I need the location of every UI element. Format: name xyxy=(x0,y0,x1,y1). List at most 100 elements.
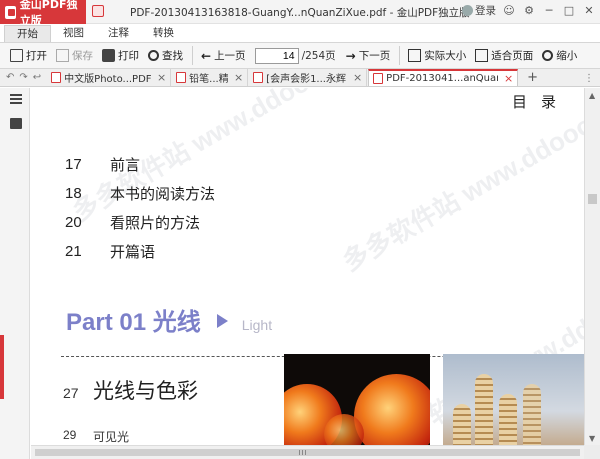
pdf-file-icon xyxy=(92,5,104,17)
doc-tab[interactable]: [会声会影1...永辉.扫描版 × xyxy=(249,69,368,86)
toc-row[interactable]: 20 看照片的方法 xyxy=(65,208,215,237)
scroll-thumb[interactable] xyxy=(35,449,580,456)
toc-list: 17 前言 18 本书的阅读方法 20 看照片的方法 21 开篇语 xyxy=(65,150,215,266)
search-icon xyxy=(148,50,159,61)
toc-page-number: 20 xyxy=(65,214,82,231)
toc-title: 看照片的方法 xyxy=(110,214,201,232)
find-label: 查找 xyxy=(162,50,183,62)
left-side-panel xyxy=(0,88,30,459)
actual-size-icon xyxy=(408,49,422,62)
toc-title: 前言 xyxy=(110,156,141,174)
redo-icon[interactable]: ↷ xyxy=(19,72,27,83)
doc-tab-label: PDF-2013041...anQuanZiXue xyxy=(386,73,498,84)
pdf-file-icon xyxy=(176,72,187,83)
print-button[interactable]: 打印 xyxy=(102,48,139,63)
save-button[interactable]: 保存 xyxy=(56,48,93,63)
close-button[interactable]: ✕ xyxy=(582,4,596,18)
title-bar: 金山PDF独立版 PDF-20130413163818-GuangY...nQu… xyxy=(0,0,600,27)
part-title: Part 01 光线 xyxy=(66,309,201,336)
toc-page-number: 17 xyxy=(65,156,82,173)
pdf-file-icon xyxy=(51,72,62,83)
user-icon xyxy=(462,5,473,16)
close-tab-icon[interactable]: × xyxy=(234,71,243,84)
app-brand[interactable]: 金山PDF独立版 xyxy=(0,0,86,27)
scroll-thumb[interactable] xyxy=(588,194,597,204)
part-subtitle: Light xyxy=(241,317,273,333)
doc-tab-label: 中文版Photo...PDF电子书] xyxy=(64,74,151,85)
page-total: /254页 xyxy=(301,50,336,62)
undo-icon[interactable]: ↶ xyxy=(6,72,14,83)
close-tab-icon[interactable]: × xyxy=(353,71,362,84)
pdf-file-icon xyxy=(253,72,264,83)
tab-view[interactable]: 视图 xyxy=(51,25,96,42)
toc-page-number: 21 xyxy=(65,243,82,260)
doc-tab[interactable]: 铅笔...精通 × xyxy=(172,69,249,86)
scroll-up-icon[interactable]: ▲ xyxy=(589,91,595,100)
lanterns-photo xyxy=(284,354,430,445)
feedback-icon[interactable]: ☺ xyxy=(502,4,516,18)
quick-access-toolbar xyxy=(92,5,104,17)
scrollbar-corner xyxy=(584,445,600,459)
window-controls: 登录 ☺ ⚙ ─ □ ✕ xyxy=(462,3,596,18)
fit-page-icon xyxy=(475,49,489,62)
actual-size-button[interactable]: 实际大小 xyxy=(408,48,466,63)
maximize-button[interactable]: □ xyxy=(562,4,576,18)
settings-gear-icon[interactable]: ⚙ xyxy=(522,4,536,18)
doc-tab-label: 铅笔...精通 xyxy=(189,74,228,85)
open-button[interactable]: 打开 xyxy=(10,48,47,63)
tab-list-chevron-icon[interactable]: ⋮ xyxy=(584,73,600,86)
zoom-out-button[interactable]: 缩小 xyxy=(542,48,577,63)
fit-page-label: 适合页面 xyxy=(491,50,534,62)
close-tab-icon[interactable]: × xyxy=(157,71,166,84)
scroll-grip-icon xyxy=(299,450,307,455)
save-label: 保存 xyxy=(72,50,93,62)
pdf-file-icon xyxy=(373,73,384,84)
zoom-out-icon xyxy=(542,50,554,61)
print-label: 打印 xyxy=(118,50,139,62)
tab-annotate[interactable]: 注释 xyxy=(96,25,141,42)
minimize-button[interactable]: ─ xyxy=(542,4,556,18)
page-number-input[interactable] xyxy=(254,47,299,64)
prev-page-button[interactable]: ← 上一页 xyxy=(201,48,246,63)
toc-title: 本书的阅读方法 xyxy=(110,185,216,203)
toc-row[interactable]: 17 前言 xyxy=(65,150,215,179)
section-title: 可见光 xyxy=(93,430,130,444)
find-button[interactable]: 查找 xyxy=(148,48,183,63)
document-page[interactable]: 多多软件站 www.ddooo.com 多多软件站 www.ddooo.com … xyxy=(31,88,584,445)
open-label: 打开 xyxy=(26,50,47,62)
part-heading: Part 01 光线 Light xyxy=(66,302,272,337)
play-arrow-icon xyxy=(216,314,228,328)
scroll-down-icon[interactable]: ▼ xyxy=(589,434,595,443)
toolbar-divider xyxy=(192,46,193,65)
back-icon[interactable]: ↩ xyxy=(33,72,41,83)
toc-page-number: 18 xyxy=(65,185,82,202)
document-tabs: ↶ ↷ ↩ 中文版Photo...PDF电子书] × 铅笔...精通 × [会声… xyxy=(0,69,600,87)
bookmark-list-icon[interactable] xyxy=(10,94,22,105)
prev-page-label: 上一页 xyxy=(214,50,246,62)
horizontal-scrollbar[interactable] xyxy=(31,445,584,459)
app-logo-icon xyxy=(5,5,16,19)
section-page-number: 29 xyxy=(63,428,77,442)
chapter-entry[interactable]: 27 光线与色彩 xyxy=(63,375,198,405)
toc-row[interactable]: 21 开篇语 xyxy=(65,237,215,266)
section-entry[interactable]: 29 可见光 xyxy=(63,428,129,445)
vertical-scrollbar[interactable]: ▲ ▼ xyxy=(584,88,600,445)
tab-start[interactable]: 开始 xyxy=(4,25,51,42)
next-page-label: 下一页 xyxy=(358,50,391,62)
toc-title: 开篇语 xyxy=(110,243,156,261)
printer-icon xyxy=(102,49,115,62)
fit-page-button[interactable]: 适合页面 xyxy=(475,48,533,63)
comment-icon[interactable] xyxy=(10,118,22,129)
doc-tab[interactable]: 中文版Photo...PDF电子书] × xyxy=(47,69,172,86)
doc-tab-active[interactable]: PDF-2013041...anQuanZiXue × xyxy=(368,69,519,86)
login-button[interactable]: 登录 xyxy=(462,3,496,18)
chapter-page-number: 27 xyxy=(63,385,79,401)
ribbon-tabs: 开始 视图 注释 转换 xyxy=(0,24,600,42)
new-tab-plus-icon[interactable]: + xyxy=(527,70,538,86)
tab-convert[interactable]: 转换 xyxy=(141,25,186,42)
toc-row[interactable]: 18 本书的阅读方法 xyxy=(65,179,215,208)
arrow-right-icon: → xyxy=(345,49,356,63)
panel-toggle-handle[interactable] xyxy=(0,335,4,399)
close-tab-icon[interactable]: × xyxy=(504,72,513,85)
next-page-button[interactable]: → 下一页 xyxy=(346,48,391,63)
